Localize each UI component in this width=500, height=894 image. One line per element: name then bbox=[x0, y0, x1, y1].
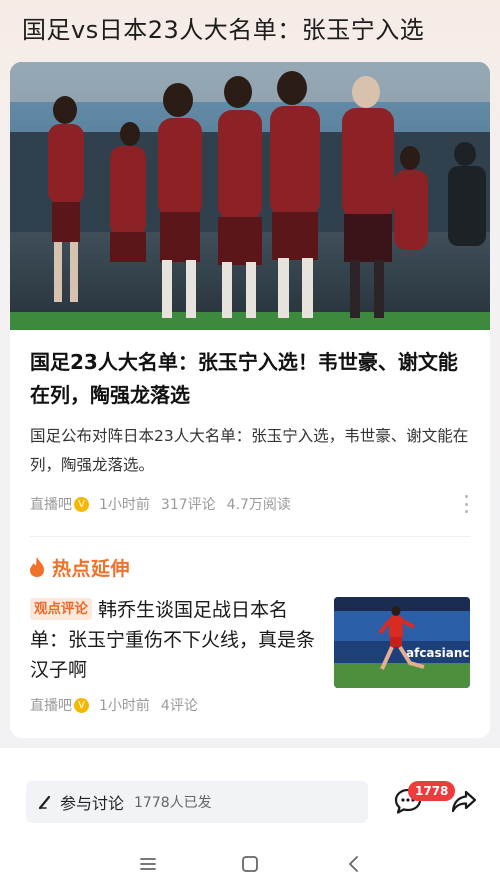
discuss-input[interactable]: 参与讨论 1778人已发 bbox=[26, 781, 368, 823]
football-training-photo bbox=[10, 62, 490, 330]
fire-icon bbox=[30, 557, 44, 577]
share-icon[interactable] bbox=[450, 787, 478, 815]
article-hero-image[interactable] bbox=[10, 62, 490, 330]
football-match-photo: afcasianc bbox=[334, 597, 470, 688]
thumb-ad-text: afcasianc bbox=[406, 646, 470, 660]
back-chevron-icon[interactable] bbox=[344, 854, 364, 874]
page-title: 国足vs日本23人大名单：张玉宁入选 bbox=[22, 16, 425, 44]
hot-section-label: 热点延伸 bbox=[52, 557, 131, 580]
related-source[interactable]: 直播吧 bbox=[30, 695, 72, 715]
related-article-meta: 直播吧 V 1小时前 4评论 bbox=[30, 695, 198, 715]
article-summary: 国足公布对阵日本23人大名单：张玉宁入选，韦世豪、谢文能在列，陶强龙落选。 bbox=[30, 427, 469, 474]
divider bbox=[30, 536, 470, 537]
verified-badge-icon: V bbox=[74, 697, 89, 713]
article-source[interactable]: 直播吧 bbox=[30, 494, 72, 514]
related-time: 1小时前 bbox=[99, 698, 150, 714]
menu-icon[interactable] bbox=[138, 854, 158, 874]
article-comments: 317评论 bbox=[160, 497, 216, 513]
related-comments: 4评论 bbox=[160, 698, 198, 714]
more-options-icon[interactable] bbox=[464, 495, 468, 513]
discuss-count: 1778人已发 bbox=[134, 795, 212, 811]
related-article-thumbnail[interactable]: afcasianc bbox=[334, 597, 470, 688]
article-time: 1小时前 bbox=[99, 497, 150, 513]
related-article-title[interactable]: 观点评论 韩乔生谈国足战日本名单：张玉宁重伤不下火线，真是条汉子啊 bbox=[30, 595, 322, 685]
comment-count-badge: 1778 bbox=[408, 781, 456, 801]
article-meta: 直播吧 V 1小时前 317评论 4.7万阅读 bbox=[30, 494, 291, 514]
home-square-icon[interactable] bbox=[240, 854, 260, 874]
article-card[interactable]: 国足23人大名单：张玉宁入选！韦世豪、谢文能在列，陶强龙落选 国足公布对阵日本2… bbox=[10, 62, 490, 738]
article-reads: 4.7万阅读 bbox=[226, 497, 291, 513]
hot-section-header: 热点延伸 bbox=[28, 554, 130, 580]
verified-badge-icon: V bbox=[74, 496, 89, 512]
pen-icon bbox=[38, 795, 51, 810]
opinion-tag: 观点评论 bbox=[30, 598, 92, 620]
discuss-label: 参与讨论 bbox=[60, 794, 125, 813]
article-headline[interactable]: 国足23人大名单：张玉宁入选！韦世豪、谢文能在列，陶强龙落选 bbox=[30, 346, 474, 412]
